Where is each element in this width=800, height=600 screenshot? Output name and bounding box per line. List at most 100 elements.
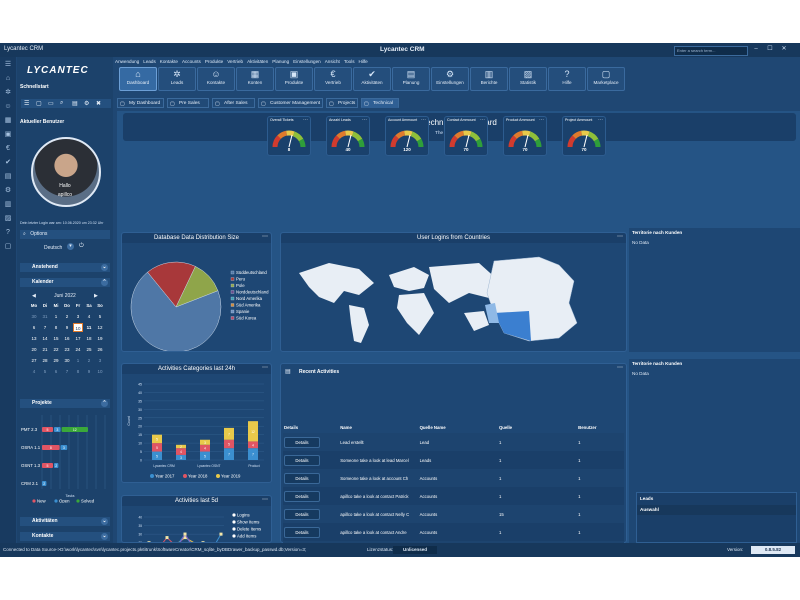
calendar-day[interactable]: 21: [40, 345, 50, 354]
settings-icon[interactable]: ⚙: [84, 100, 89, 107]
tab-pre-sales[interactable]: ▢ Pre Sales: [167, 98, 209, 108]
expand-icon[interactable]: ⋯: [303, 117, 308, 123]
calendar-day[interactable]: 26: [95, 345, 105, 354]
details-button[interactable]: Details: [284, 436, 320, 448]
ribbon-button-berichte[interactable]: ▥ Berichte: [470, 67, 508, 91]
column-header[interactable]: Benutzer: [577, 421, 624, 433]
next-month-icon[interactable]: ▶: [94, 293, 98, 299]
close-icon[interactable]: ✕: [780, 46, 788, 53]
calendar-day[interactable]: 11: [84, 323, 94, 332]
calendar-day[interactable]: 5: [95, 312, 105, 321]
calendar-day[interactable]: 25: [84, 345, 94, 354]
calendar-day[interactable]: 17: [73, 334, 83, 343]
calendar-day[interactable]: 6: [51, 367, 61, 376]
calendar-day[interactable]: 1: [73, 356, 83, 365]
calendar-day[interactable]: 27: [29, 356, 39, 365]
ribbon-button-statistik[interactable]: ▨ Statistik: [509, 67, 547, 91]
calendar-day[interactable]: 3: [95, 356, 105, 365]
menu-item[interactable]: Vertrieb: [227, 59, 243, 64]
more-icon[interactable]: ⋯: [617, 234, 623, 241]
calendar-day[interactable]: 8: [73, 367, 83, 376]
language-select[interactable]: Deutsch: [44, 245, 62, 251]
ribbon-button-vertrieb[interactable]: € Vertrieb: [314, 67, 352, 91]
details-button[interactable]: Details: [284, 508, 320, 520]
menu-item[interactable]: Produkte: [205, 59, 223, 64]
reports-icon[interactable]: ▥: [3, 201, 13, 209]
calendar-day[interactable]: 2: [84, 356, 94, 365]
sales-icon[interactable]: €: [3, 145, 13, 153]
maximize-icon[interactable]: ☐: [766, 46, 774, 53]
menu-item[interactable]: Aktivitäten: [247, 59, 268, 64]
box-icon[interactable]: ▣: [3, 131, 13, 139]
menu-item[interactable]: Accounts: [182, 59, 201, 64]
table-row[interactable]: Details apillco take a look at contact Ne…: [283, 505, 624, 523]
network-icon[interactable]: ✲: [3, 89, 13, 97]
table-row[interactable]: Details apillco take a look at contact Pa…: [283, 487, 624, 505]
ribbon-button-leads[interactable]: ✲ Leads: [158, 67, 196, 91]
calendar-day[interactable]: 30: [29, 312, 39, 321]
menu-item[interactable]: Anwendung: [115, 59, 139, 64]
calendar-day[interactable]: 30: [62, 356, 72, 365]
calendar-day[interactable]: 15: [51, 334, 61, 343]
calendar-day[interactable]: 22: [51, 345, 61, 354]
ribbon-button-produkte[interactable]: ▣ Produkte: [275, 67, 313, 91]
calendar-day[interactable]: 4: [29, 367, 39, 376]
calendar-day[interactable]: 5: [40, 367, 50, 376]
calendar-day[interactable]: 7: [62, 367, 72, 376]
activities-icon[interactable]: ✔: [3, 159, 13, 167]
ribbon-button-marketplace[interactable]: ▢ Marketplace: [587, 67, 625, 91]
menu-item[interactable]: Leads: [143, 59, 156, 64]
ribbon-button-einstellungen[interactable]: ⚙ Einstellungen: [431, 67, 469, 91]
tab-customer-management[interactable]: ▢ Customer Management: [258, 98, 323, 108]
calendar-day[interactable]: 24: [73, 345, 83, 354]
hamburger-icon[interactable]: ☰: [3, 61, 13, 69]
calendar-day[interactable]: 3: [73, 312, 83, 321]
calendar-day[interactable]: 12: [95, 323, 105, 332]
building-icon[interactable]: ▦: [3, 117, 13, 125]
tab-after-sales[interactable]: ▢ After Sales: [212, 98, 255, 108]
calendar-day[interactable]: 16: [62, 334, 72, 343]
ribbon-button-kontakte[interactable]: ☺ Kontakte: [197, 67, 235, 91]
calendar-day[interactable]: 23: [62, 345, 72, 354]
trash-icon[interactable]: ✖: [96, 100, 101, 107]
menu-item[interactable]: Ansicht: [325, 59, 340, 64]
calendar-day[interactable]: 10: [95, 367, 105, 376]
folder-icon[interactable]: ▭: [48, 100, 54, 107]
table-row[interactable]: Details Someone take a look at lead Marce…: [283, 451, 624, 469]
options-button[interactable]: ⌕ Options: [20, 230, 110, 239]
calendar-day[interactable]: 1: [51, 312, 61, 321]
calendar-day[interactable]: 4: [84, 312, 94, 321]
calendar-day[interactable]: 10: [73, 323, 83, 332]
calendar-day[interactable]: 28: [40, 356, 50, 365]
search-icon[interactable]: ⌕: [60, 100, 63, 107]
leads-row[interactable]: Auswahl: [637, 505, 796, 515]
expand-icon[interactable]: ⋯: [362, 117, 367, 123]
expand-icon[interactable]: ⋯: [421, 117, 426, 123]
section-upcoming[interactable]: Anstehend ⌄: [20, 263, 110, 272]
search-input[interactable]: Enter a search term...: [674, 46, 748, 56]
document-icon[interactable]: ▤: [72, 100, 78, 107]
table-row[interactable]: Details apillco take a look at contact An…: [283, 523, 624, 541]
expand-icon[interactable]: ⋯: [598, 117, 603, 123]
language-dropdown-icon[interactable]: ▾: [67, 243, 74, 250]
ribbon-button-konten[interactable]: ▦ Konten: [236, 67, 274, 91]
section-projects[interactable]: Projekte ⌃: [20, 399, 110, 408]
calendar-day[interactable]: 9: [62, 323, 72, 332]
details-button[interactable]: Details: [284, 472, 320, 484]
expand-icon[interactable]: ⋯: [539, 117, 544, 123]
planning-icon[interactable]: ▤: [3, 173, 13, 181]
section-activities[interactable]: Aktivitäten ⌄: [20, 517, 110, 526]
ribbon-button-hilfe[interactable]: ? Hilfe: [548, 67, 586, 91]
logout-icon[interactable]: ⏻: [79, 243, 84, 250]
help-icon[interactable]: ?: [3, 229, 13, 237]
menu-item[interactable]: Einstellungen: [293, 59, 321, 64]
expand-icon[interactable]: ⋯: [480, 117, 485, 123]
section-contacts[interactable]: Kontakte ⌄: [20, 532, 110, 541]
calendar-day[interactable]: 29: [51, 356, 61, 365]
calendar-day[interactable]: 31: [40, 312, 50, 321]
statistics-icon[interactable]: ▨: [3, 215, 13, 223]
calendar-day[interactable]: 9: [84, 367, 94, 376]
calendar-day[interactable]: 20: [29, 345, 39, 354]
more-icon[interactable]: ⋯: [262, 234, 268, 241]
menu-item[interactable]: Hilfe: [359, 59, 368, 64]
